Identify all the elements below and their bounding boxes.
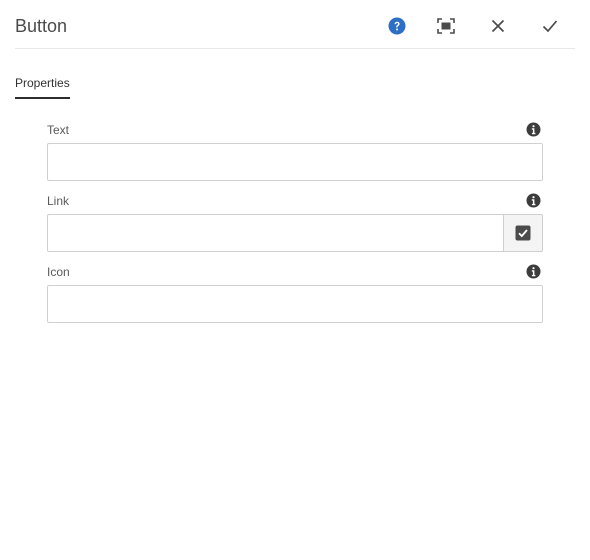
checkbox-checked-icon (515, 225, 531, 241)
checkmark-icon (542, 20, 558, 33)
info-icon (526, 122, 541, 137)
text-label: Text (47, 123, 70, 137)
close-icon (491, 19, 505, 33)
icon-info-button[interactable] (526, 264, 541, 279)
info-icon (526, 193, 541, 208)
text-input[interactable] (47, 143, 543, 181)
active-tab-indicator (15, 97, 70, 99)
dialog-title: Button (15, 16, 68, 36)
fullscreen-icon (437, 18, 455, 34)
link-label: Link (47, 194, 70, 208)
help-icon (388, 17, 406, 35)
done-button[interactable] (537, 13, 563, 39)
help-button[interactable] (384, 13, 410, 39)
dialog-header: Button (0, 0, 590, 50)
link-info-button[interactable] (526, 193, 541, 208)
icon-input[interactable] (47, 285, 543, 323)
link-picker-button[interactable] (503, 214, 543, 252)
tab-properties[interactable]: Properties (15, 76, 70, 90)
header-divider (15, 48, 575, 49)
link-input[interactable] (47, 214, 504, 252)
text-info-button[interactable] (526, 122, 541, 137)
info-icon (526, 264, 541, 279)
icon-label: Icon (47, 265, 70, 279)
button-dialog: Button Properties Text Link Icon (0, 0, 590, 560)
fullscreen-button[interactable] (433, 13, 459, 39)
close-button[interactable] (485, 13, 511, 39)
